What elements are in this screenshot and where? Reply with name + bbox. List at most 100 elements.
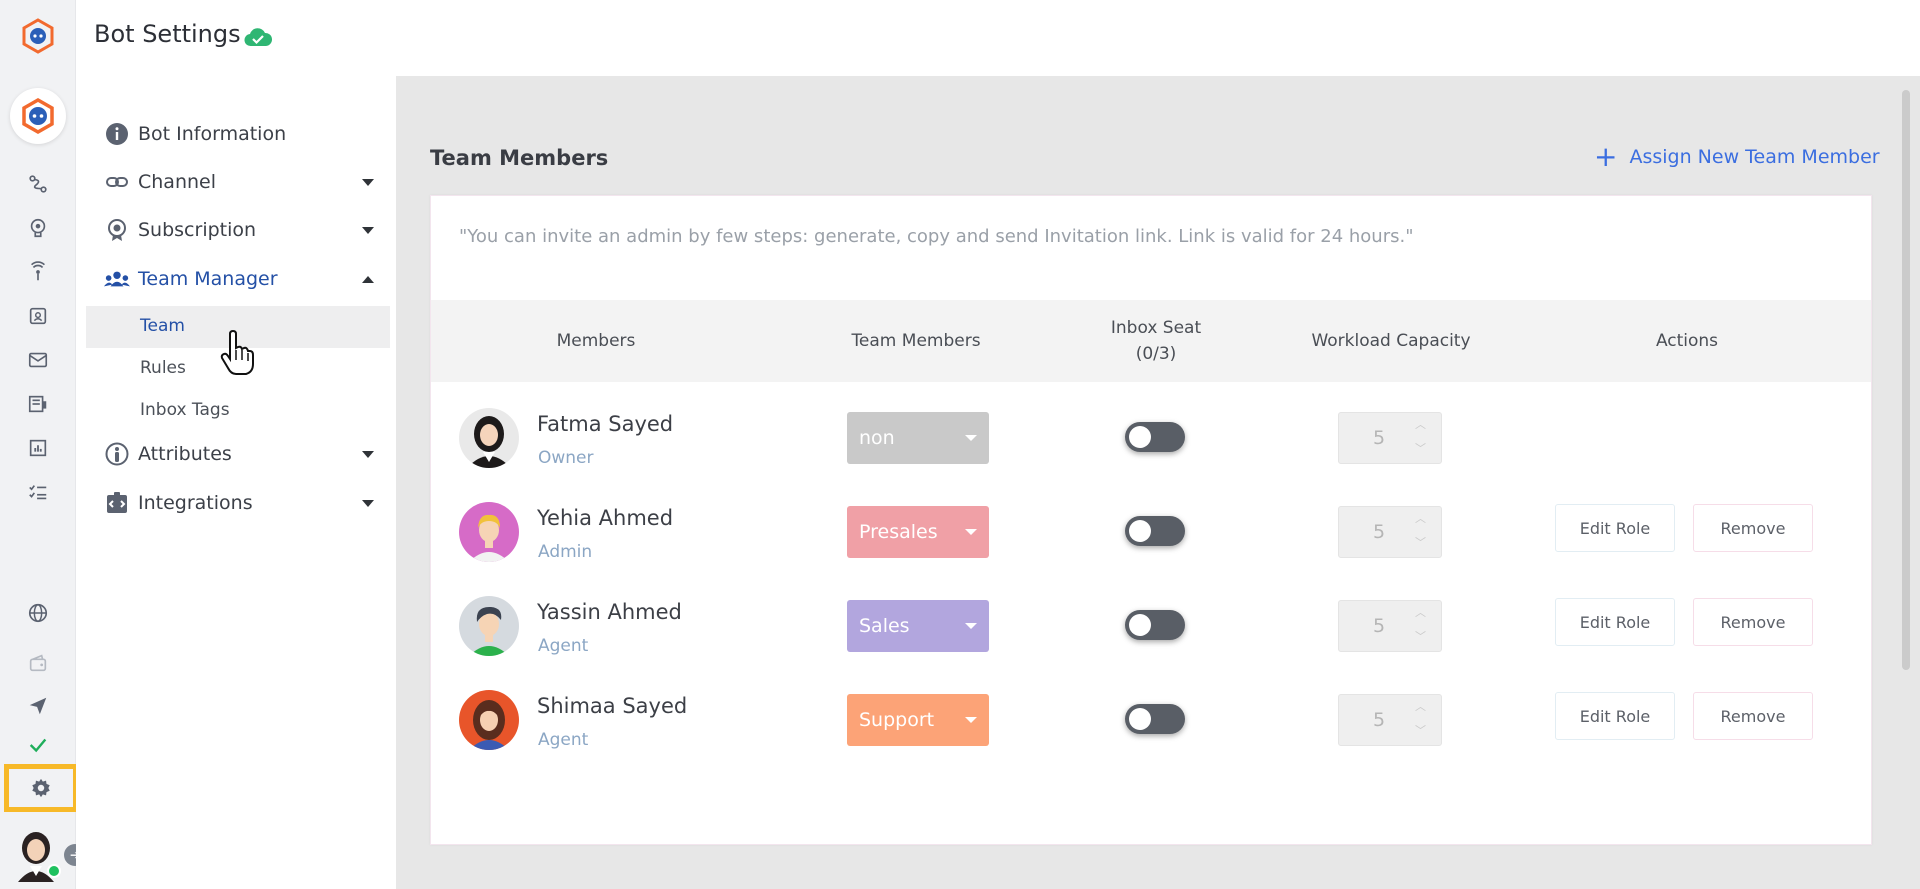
menu-item-attributes[interactable]: Attributes xyxy=(104,438,374,470)
team-select-value: Presales xyxy=(859,521,938,543)
brain-icon[interactable] xyxy=(26,216,50,240)
assign-team-member-button[interactable]: + Assign New Team Member xyxy=(1594,143,1880,171)
integrations-icon xyxy=(104,490,130,516)
check-icon[interactable] xyxy=(26,733,50,757)
templates-icon[interactable] xyxy=(26,392,50,416)
chevron-down-icon xyxy=(965,529,977,535)
avatar xyxy=(459,690,519,750)
main-content: Team Members + Assign New Team Member "Y… xyxy=(396,76,1920,889)
member-role: Owner xyxy=(538,448,594,468)
menu-item-label: Team Manager xyxy=(138,268,278,290)
chevron-down-icon[interactable] xyxy=(362,179,374,186)
workload-stepper[interactable]: 5 ︿ ﹀ xyxy=(1338,506,1442,558)
col-team-members: Team Members xyxy=(851,331,981,351)
inbox-seat-toggle[interactable] xyxy=(1125,610,1185,640)
edit-role-button[interactable]: Edit Role xyxy=(1555,504,1675,552)
member-role: Admin xyxy=(538,542,593,562)
menu-item-integrations[interactable]: Integrations xyxy=(104,487,374,519)
team-select[interactable]: Support xyxy=(847,694,989,746)
section-title: Team Members xyxy=(430,146,609,170)
assign-button-label: Assign New Team Member xyxy=(1629,146,1880,168)
team-icon xyxy=(104,266,130,292)
inbox-seat-toggle[interactable] xyxy=(1125,516,1185,546)
member-role: Agent xyxy=(538,730,589,750)
chevron-up-icon[interactable]: ︿ xyxy=(1415,513,1427,525)
user-avatar[interactable]: ➔ xyxy=(14,826,86,882)
chevron-up-icon[interactable] xyxy=(362,276,374,283)
table-row: Fatma Sayed Owner non 5 ︿ ﹀ xyxy=(431,394,1871,474)
chevron-down-icon[interactable]: ﹀ xyxy=(1415,725,1427,737)
menu-item-label: Integrations xyxy=(138,492,253,514)
badge-icon xyxy=(104,217,130,243)
col-workload: Workload Capacity xyxy=(1311,331,1471,351)
menu-item-team-manager[interactable]: Team Manager xyxy=(104,263,374,295)
workload-value: 5 xyxy=(1373,615,1386,637)
flow-icon[interactable] xyxy=(26,172,50,196)
avatar xyxy=(459,502,519,562)
analytics-icon[interactable] xyxy=(26,436,50,460)
checklist-icon[interactable] xyxy=(26,480,50,504)
page-header: Bot Settings xyxy=(76,0,1920,76)
contacts-icon[interactable] xyxy=(26,304,50,328)
team-select-value: Support xyxy=(859,709,935,731)
workload-stepper[interactable]: 5 ︿ ﹀ xyxy=(1338,694,1442,746)
col-inbox-seat-label: Inbox Seat xyxy=(1110,318,1202,338)
menu-item-bot-information[interactable]: Bot Information xyxy=(104,118,374,150)
chevron-down-icon[interactable] xyxy=(362,500,374,507)
team-select[interactable]: non xyxy=(847,412,989,464)
edit-role-button[interactable]: Edit Role xyxy=(1555,692,1675,740)
menu-item-subscription[interactable]: Subscription xyxy=(104,214,374,246)
table-header: Members Team Members Inbox Seat (0/3) Wo… xyxy=(431,300,1871,382)
globe-icon[interactable] xyxy=(26,601,50,625)
chevron-down-icon[interactable]: ﹀ xyxy=(1415,631,1427,643)
workload-value: 5 xyxy=(1373,427,1386,449)
remove-button[interactable]: Remove xyxy=(1693,692,1813,740)
sub-item-rules[interactable]: Rules xyxy=(140,358,186,378)
member-role: Agent xyxy=(538,636,589,656)
sub-item-team[interactable]: Team xyxy=(140,316,185,336)
send-icon[interactable] xyxy=(26,694,50,718)
icon-rail: ➔ xyxy=(0,0,86,889)
app-logo-icon[interactable] xyxy=(18,16,58,56)
inbox-seat-toggle[interactable] xyxy=(1125,422,1185,452)
team-select-value: non xyxy=(859,427,895,449)
team-select[interactable]: Presales xyxy=(847,506,989,558)
hand-cursor-icon xyxy=(220,330,254,375)
chevron-down-icon[interactable] xyxy=(362,451,374,458)
chevron-down-icon xyxy=(965,717,977,723)
team-members-card: "You can invite an admin by few steps: g… xyxy=(430,195,1872,845)
workload-value: 5 xyxy=(1373,521,1386,543)
inbox-seat-toggle[interactable] xyxy=(1125,704,1185,734)
workload-stepper[interactable]: 5 ︿ ﹀ xyxy=(1338,412,1442,464)
settings-button[interactable] xyxy=(4,764,78,812)
chevron-up-icon[interactable]: ︿ xyxy=(1415,419,1427,431)
sub-item-inbox-tags[interactable]: Inbox Tags xyxy=(140,400,230,420)
wallet-icon[interactable] xyxy=(26,651,50,675)
invite-hint: "You can invite an admin by few steps: g… xyxy=(459,226,1414,247)
edit-role-button[interactable]: Edit Role xyxy=(1555,598,1675,646)
chevron-down-icon[interactable] xyxy=(362,227,374,234)
workload-value: 5 xyxy=(1373,709,1386,731)
member-name: Yehia Ahmed xyxy=(537,506,674,530)
menu-item-channel[interactable]: Channel xyxy=(104,166,374,198)
col-members: Members xyxy=(556,331,636,351)
table-row: Yehia Ahmed Admin Presales 5 ︿ ﹀ Edit Ro… xyxy=(431,488,1871,568)
scrollbar[interactable] xyxy=(1902,90,1910,670)
chevron-up-icon[interactable]: ︿ xyxy=(1415,701,1427,713)
remove-button[interactable]: Remove xyxy=(1693,504,1813,552)
broadcast-icon[interactable] xyxy=(26,260,50,284)
cloud-check-icon xyxy=(244,28,272,47)
col-inbox-seat-count: (0/3) xyxy=(1135,344,1177,364)
remove-button[interactable]: Remove xyxy=(1693,598,1813,646)
bot-avatar-icon[interactable] xyxy=(10,88,66,144)
team-select-value: Sales xyxy=(859,615,910,637)
chevron-down-icon[interactable]: ﹀ xyxy=(1415,537,1427,549)
avatar xyxy=(459,408,519,468)
person-circle-icon xyxy=(104,441,130,467)
online-status-icon xyxy=(47,864,61,878)
chevron-up-icon[interactable]: ︿ xyxy=(1415,607,1427,619)
workload-stepper[interactable]: 5 ︿ ﹀ xyxy=(1338,600,1442,652)
chevron-down-icon[interactable]: ﹀ xyxy=(1415,443,1427,455)
team-select[interactable]: Sales xyxy=(847,600,989,652)
inbox-icon[interactable] xyxy=(26,348,50,372)
